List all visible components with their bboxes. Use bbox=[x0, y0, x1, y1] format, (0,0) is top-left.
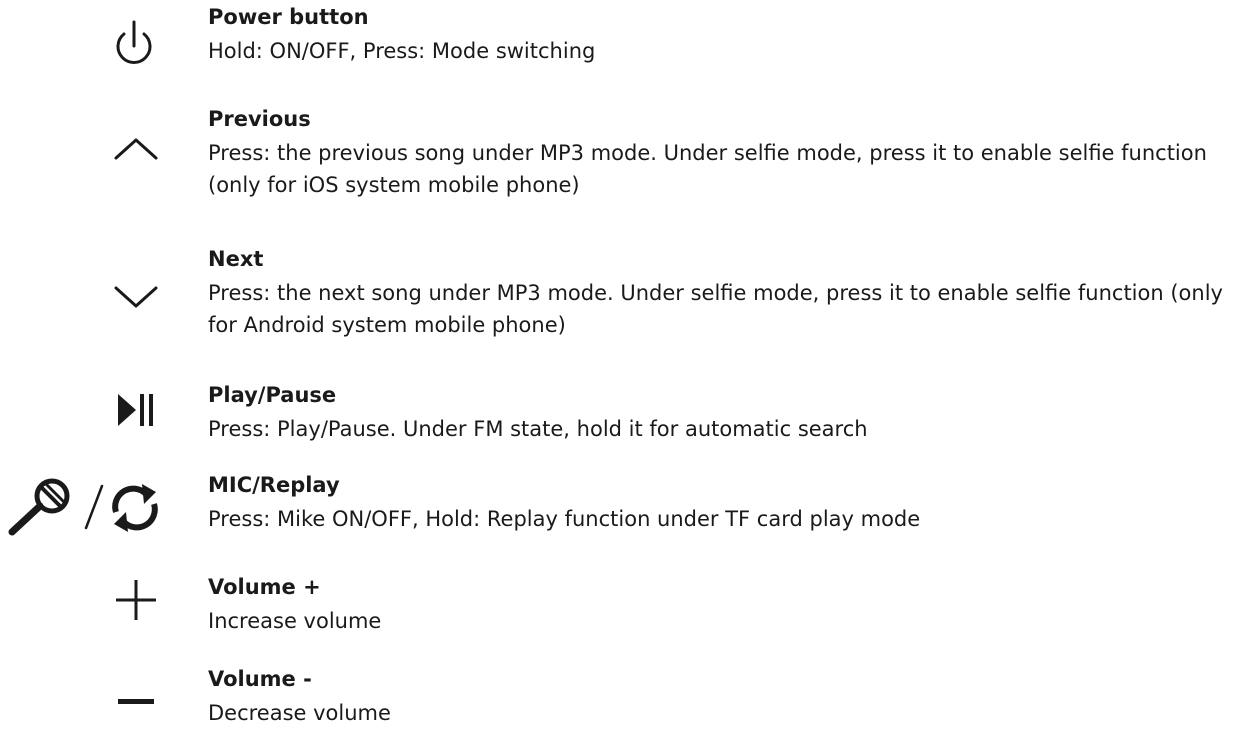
power-icon bbox=[116, 20, 152, 64]
list-item-text: Play/Pause Press: Play/Pause. Under FM s… bbox=[208, 380, 1238, 445]
list-item-volume-down: Volume - Decrease volume bbox=[0, 662, 1246, 740]
plus-icon bbox=[116, 580, 156, 620]
item-title: Play/Pause bbox=[208, 383, 337, 407]
item-title: Volume + bbox=[208, 575, 321, 599]
item-description: Decrease volume bbox=[208, 701, 391, 725]
item-description: Press: the next song under MP3 mode. Und… bbox=[208, 281, 1223, 337]
list-item-mic-replay: MIC/Replay Press: Mike ON/OFF, Hold: Rep… bbox=[0, 470, 1246, 550]
item-description: Press: Mike ON/OFF, Hold: Replay functio… bbox=[208, 507, 921, 531]
list-item-text: Volume - Decrease volume bbox=[208, 664, 1238, 729]
item-title: Next bbox=[208, 247, 264, 271]
minus-icon bbox=[118, 699, 154, 704]
item-title: Power button bbox=[208, 5, 369, 29]
list-item-text: Previous Press: the previous song under … bbox=[208, 104, 1238, 201]
chevron-up-icon bbox=[114, 138, 158, 160]
list-item-text: MIC/Replay Press: Mike ON/OFF, Hold: Rep… bbox=[208, 470, 1238, 535]
list-item-play-pause: Play/Pause Press: Play/Pause. Under FM s… bbox=[0, 378, 1246, 448]
item-description: Hold: ON/OFF, Press: Mode switching bbox=[208, 39, 596, 63]
item-title: Volume - bbox=[208, 667, 312, 691]
list-item-text: Power button Hold: ON/OFF, Press: Mode s… bbox=[208, 2, 1238, 67]
list-item-text: Volume + Increase volume bbox=[208, 572, 1238, 637]
item-description: Press: Play/Pause. Under FM state, hold … bbox=[208, 417, 868, 441]
chevron-down-icon bbox=[114, 286, 158, 308]
list-item-power: Power button Hold: ON/OFF, Press: Mode s… bbox=[0, 0, 1246, 90]
item-description: Press: the previous song under MP3 mode.… bbox=[208, 141, 1207, 197]
microphone-replay-icon bbox=[8, 478, 158, 536]
list-item-text: Next Press: the next song under MP3 mode… bbox=[208, 244, 1238, 341]
play-pause-icon bbox=[118, 394, 153, 426]
item-description: Increase volume bbox=[208, 609, 382, 633]
list-item-next: Next Press: the next song under MP3 mode… bbox=[0, 240, 1246, 360]
list-item-volume-up: Volume + Increase volume bbox=[0, 568, 1246, 648]
item-title: MIC/Replay bbox=[208, 473, 340, 497]
button-function-list: Power button Hold: ON/OFF, Press: Mode s… bbox=[0, 0, 1246, 740]
item-title: Previous bbox=[208, 107, 311, 131]
list-item-previous: Previous Press: the previous song under … bbox=[0, 100, 1246, 220]
